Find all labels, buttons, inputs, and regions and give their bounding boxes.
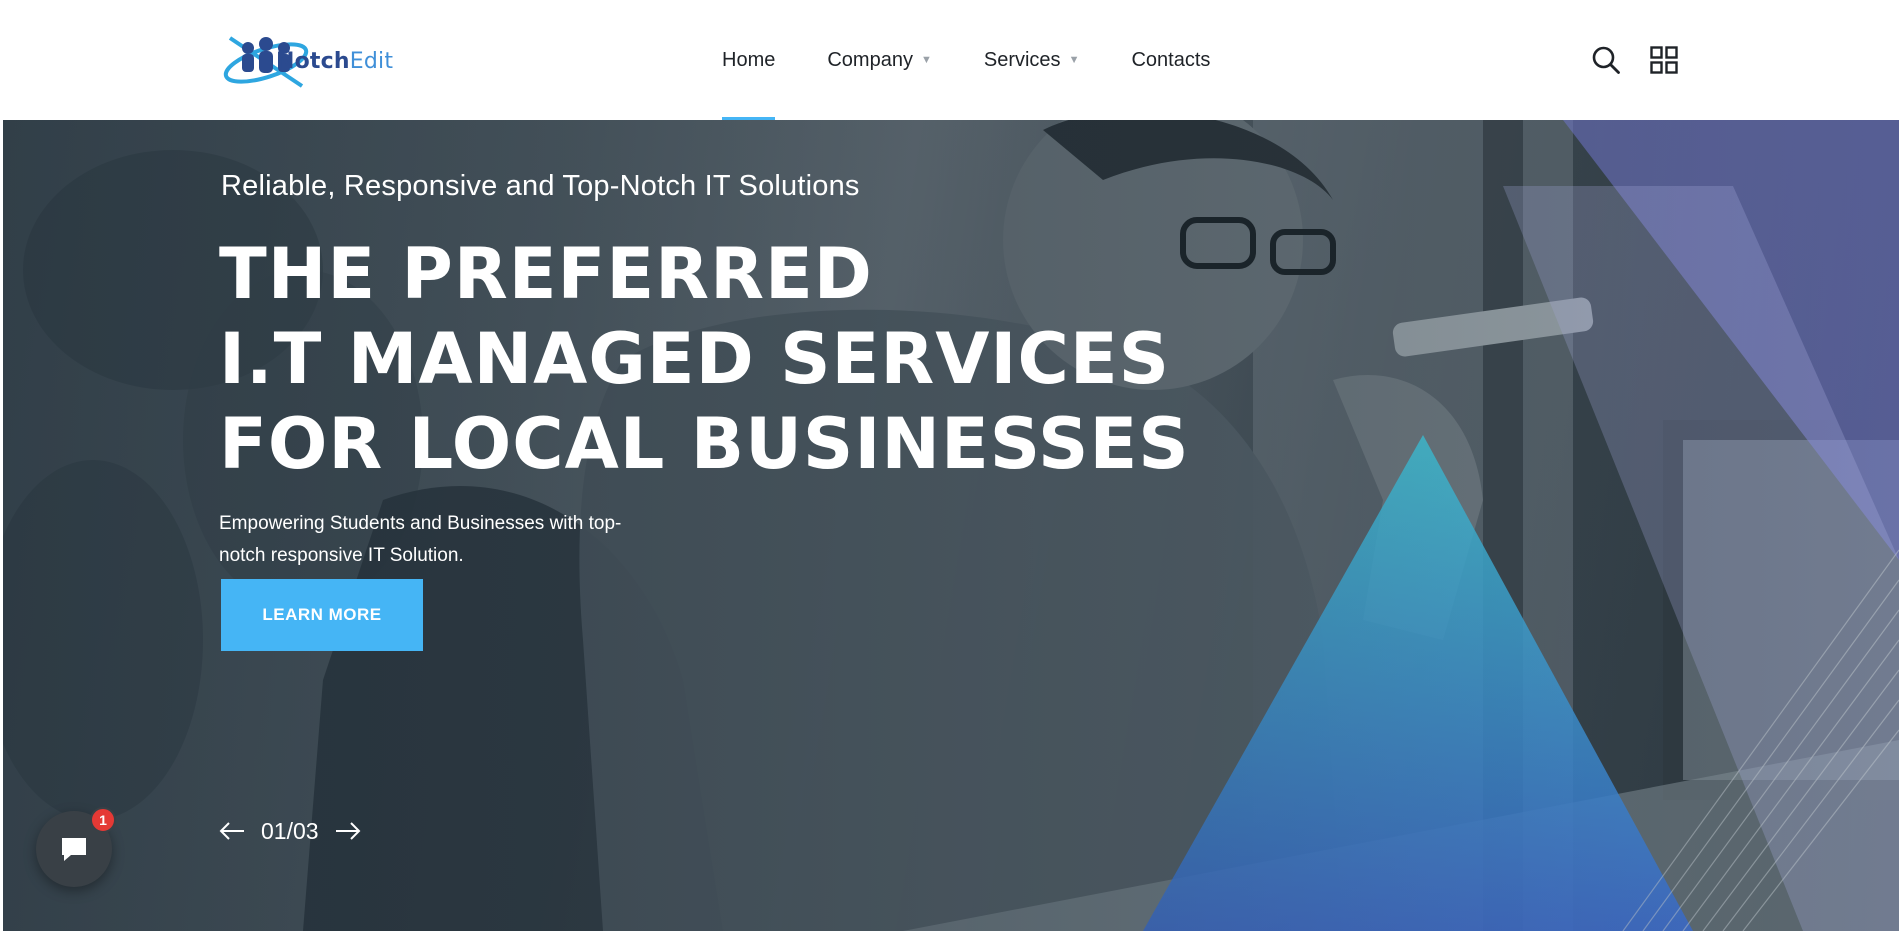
arrow-right-icon <box>335 822 360 840</box>
learn-more-button[interactable]: LEARN MORE <box>221 579 423 651</box>
nav-item-services[interactable]: Services ▼ <box>984 0 1080 120</box>
headline-line: I.T MANAGED SERVICES <box>219 318 1171 400</box>
prev-slide-button[interactable] <box>217 816 247 846</box>
nav-item-home[interactable]: Home <box>722 0 776 120</box>
hero-tagline: Reliable, Responsive and Top-Notch IT So… <box>221 170 860 202</box>
hero-headline: THE PREFERRED I.T MANAGED SERVICES FOR L… <box>219 232 1190 487</box>
nav-item-label: Services <box>983 48 1061 71</box>
slide-pager: 01/03 <box>217 816 363 846</box>
nav-item-contacts[interactable]: Contacts <box>1131 0 1210 120</box>
chat-bubble-icon <box>62 838 86 861</box>
nav-item-label: Company <box>827 48 913 71</box>
hero-subtext: Empowering Students and Businesses with … <box>219 513 622 566</box>
caret-down-icon: ▼ <box>920 54 932 66</box>
menu-grid-button[interactable] <box>1646 42 1682 78</box>
headline-line: FOR LOCAL BUSINESSES <box>219 403 1190 485</box>
grid-menu-icon <box>1650 46 1678 74</box>
nav-item-company[interactable]: Company ▼ <box>827 0 932 120</box>
nav-item-label: Contacts <box>1131 48 1211 71</box>
header-actions <box>1588 42 1704 78</box>
caret-down-icon: ▼ <box>1068 54 1080 66</box>
search-button[interactable] <box>1588 42 1624 78</box>
notification-badge: 1 <box>90 807 116 833</box>
main-nav: Home Company ▼ Services ▼ Contacts <box>722 0 1262 120</box>
brand-wordmark: NotchEdit <box>276 48 394 74</box>
headline-line: THE PREFERRED <box>219 233 873 315</box>
next-slide-button[interactable] <box>333 816 363 846</box>
site-header: NotchEdit Home Company ▼ Services ▼ Cont… <box>0 0 1899 120</box>
hero-slider: Reliable, Responsive and Top-Notch IT So… <box>3 120 1899 931</box>
brand-logo[interactable]: NotchEdit <box>220 30 415 92</box>
search-icon <box>1592 46 1620 74</box>
nav-item-label: Home <box>722 48 776 71</box>
arrow-left-icon <box>219 822 244 840</box>
slide-counter: 01/03 <box>261 817 319 844</box>
